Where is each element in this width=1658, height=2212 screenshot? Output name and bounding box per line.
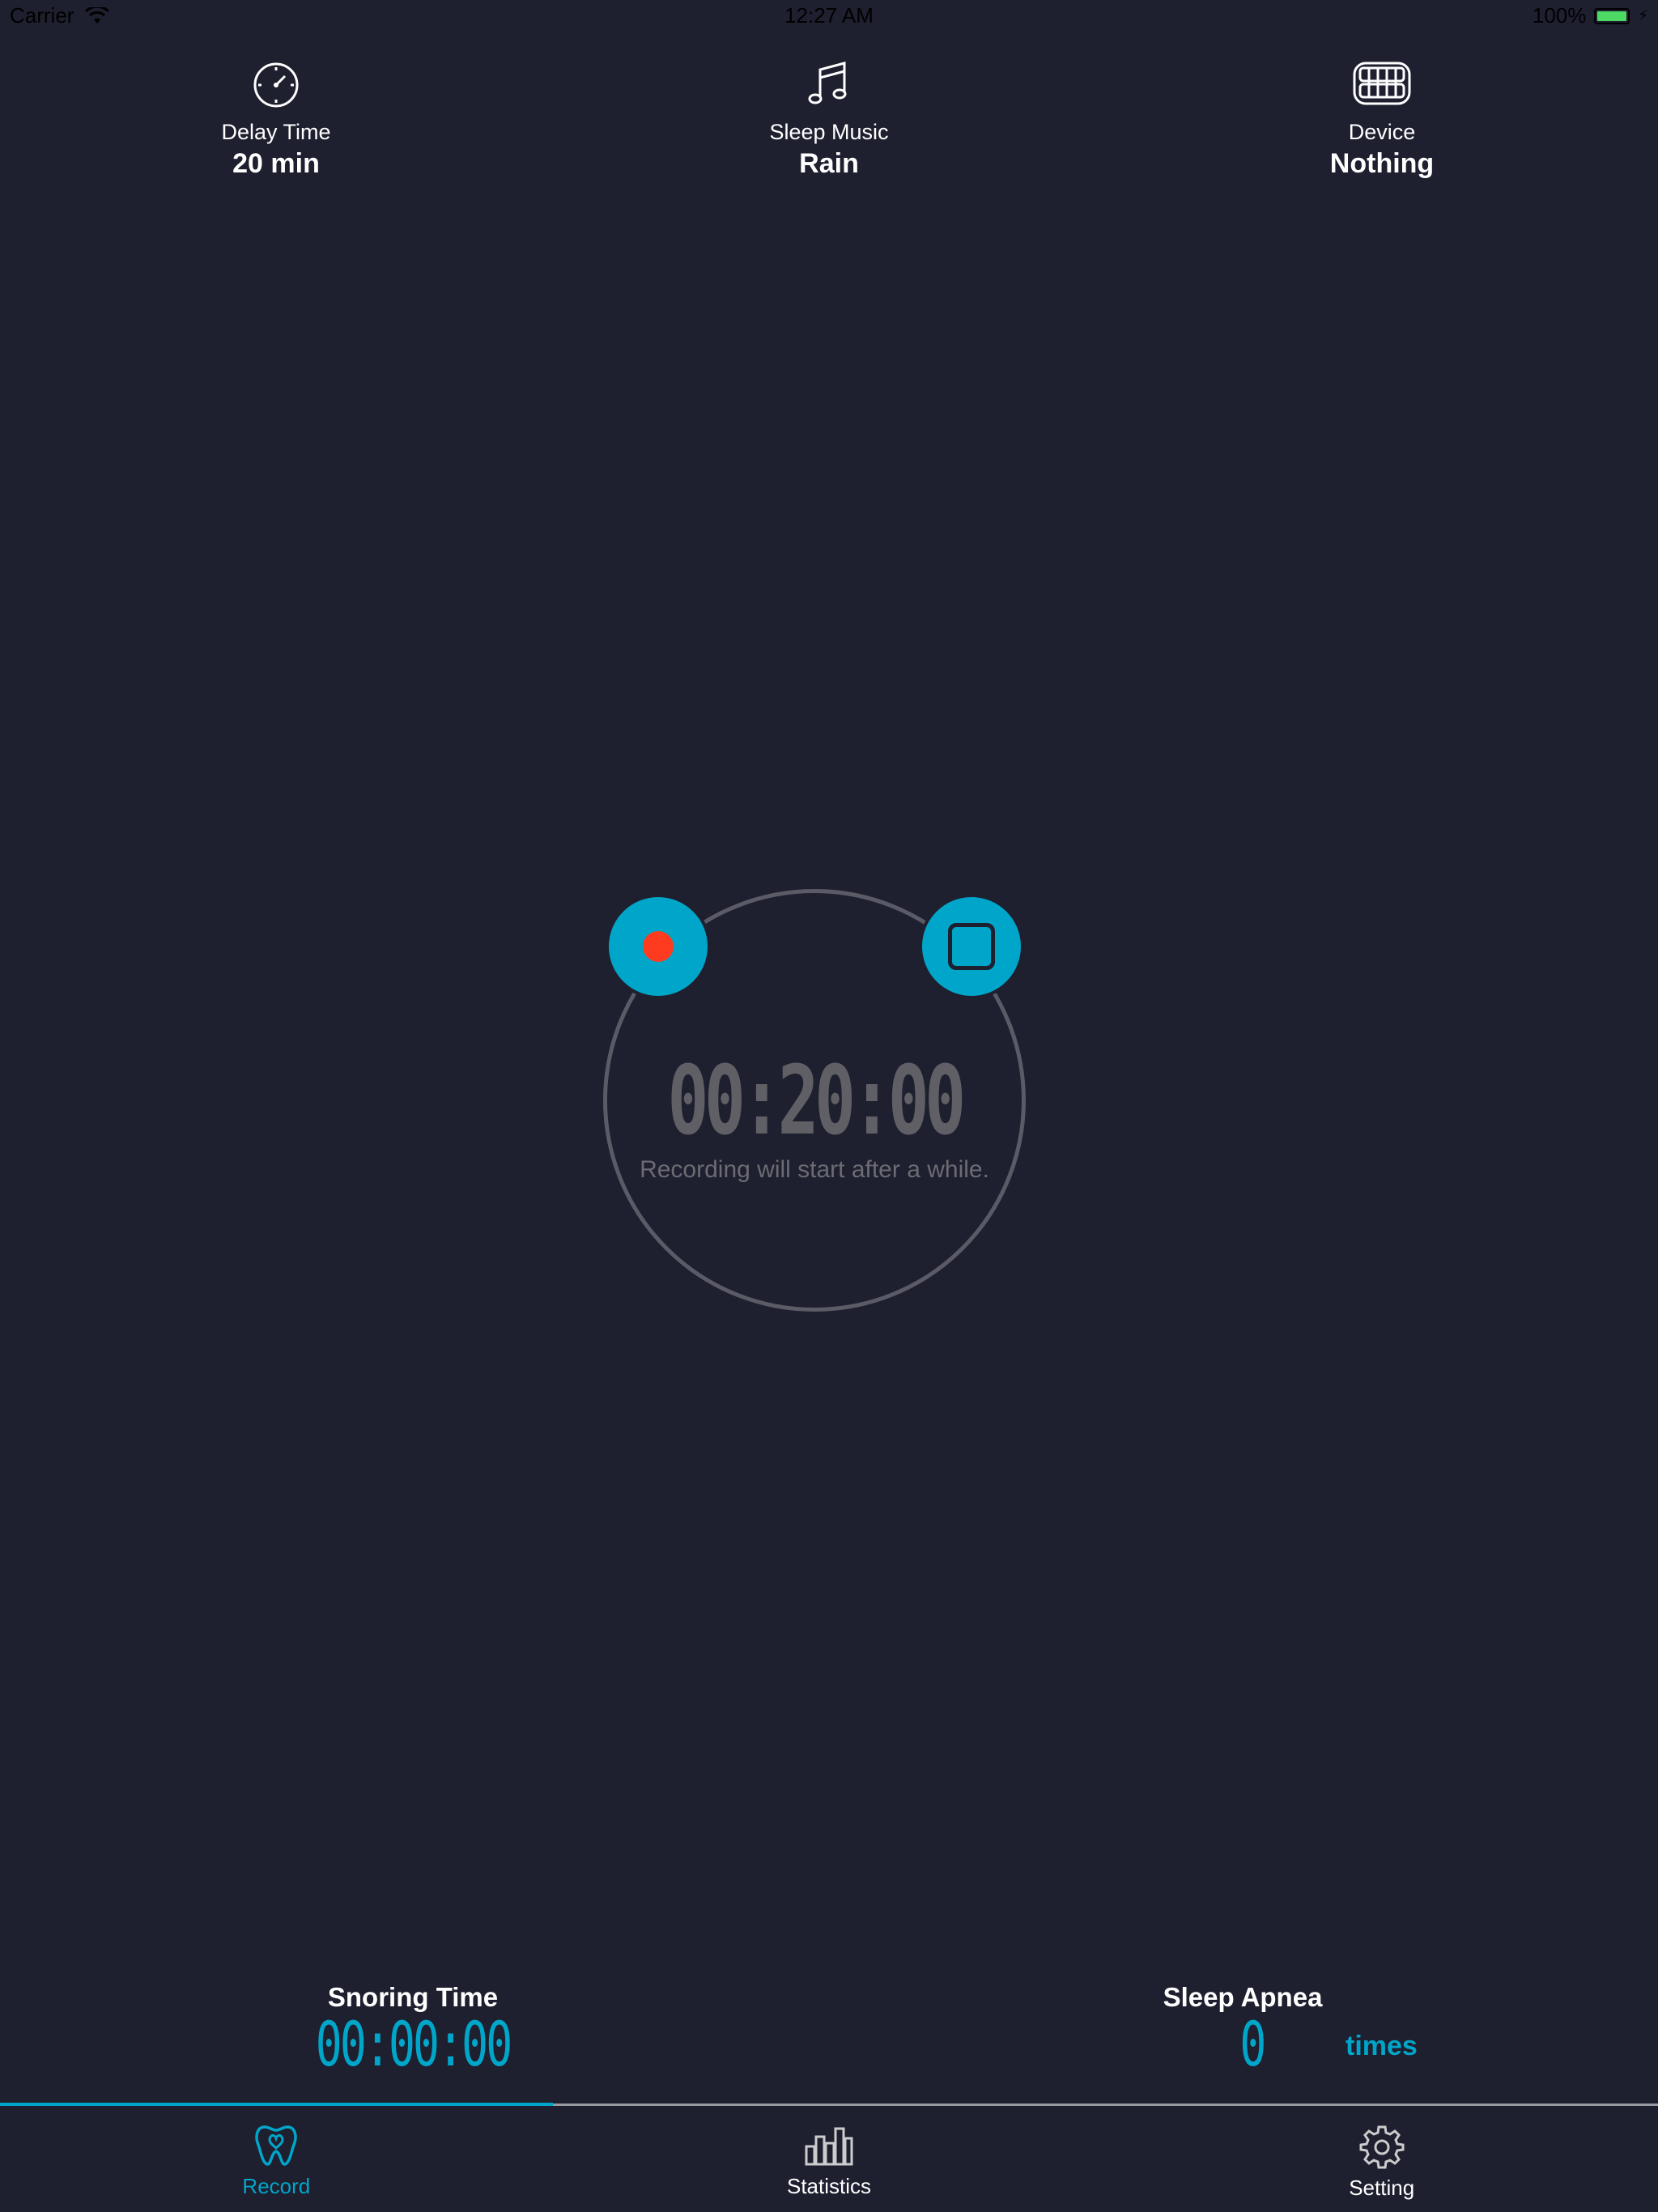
delay-time-option[interactable]: Delay Time 20 min	[114, 58, 438, 180]
tab-record[interactable]: Record	[0, 2106, 553, 2212]
device-option[interactable]: Device Nothing	[1220, 58, 1544, 180]
stopwatch-icon	[253, 62, 299, 108]
tab-statistics[interactable]: Statistics	[553, 2106, 1106, 2212]
countdown-display: 00:20:00	[667, 1044, 966, 1156]
stop-button[interactable]	[919, 894, 1024, 999]
countdown-hint: Recording will start after a while.	[640, 1156, 989, 1183]
app-root: Carrier 12:27 AM 100% ⚡ Delay Time 20 mi…	[0, 0, 1658, 2212]
device-label: Device	[1348, 120, 1416, 144]
mouthguard-icon	[1353, 62, 1411, 105]
tab-setting-label: Setting	[1349, 2176, 1415, 2200]
status-time: 12:27 AM	[784, 3, 874, 28]
sleep-music-value: Rain	[799, 148, 859, 179]
sleep-apnea-unit: times	[1346, 2031, 1418, 2061]
battery-percent: 100%	[1532, 3, 1587, 28]
delay-time-label: Delay Time	[221, 120, 331, 144]
sleep-apnea-count: 0	[1239, 2008, 1267, 2080]
sleep-apnea-stat: Sleep Apnea 0 times	[1081, 1982, 1418, 2080]
bar-chart-icon	[805, 2127, 853, 2166]
sleep-music-option[interactable]: Sleep Music Rain	[667, 58, 991, 180]
gear-icon	[1359, 2125, 1405, 2169]
tab-bar: Record Statistics Setting	[0, 2106, 1658, 2212]
tooth-icon	[255, 2125, 297, 2166]
tab-setting[interactable]: Setting	[1105, 2106, 1658, 2212]
snoring-time-value: 00:00:00	[315, 2008, 512, 2080]
record-button[interactable]	[606, 894, 711, 999]
music-note-icon	[808, 62, 847, 104]
battery-icon	[1594, 7, 1630, 24]
tab-statistics-label: Statistics	[786, 2174, 872, 2198]
device-value: Nothing	[1329, 148, 1435, 179]
sleep-apnea-row: 0 times	[1081, 2008, 1417, 2080]
status-right: 100% ⚡	[1533, 3, 1648, 28]
delay-time-value: 20 min	[232, 148, 320, 179]
tab-record-label: Record	[242, 2174, 311, 2198]
record-dot-icon	[643, 931, 674, 962]
status-bar: Carrier 12:27 AM 100% ⚡	[0, 0, 1658, 32]
stop-icon	[948, 923, 995, 970]
sleep-music-label: Sleep Music	[769, 120, 889, 144]
snoring-time-stat: Snoring Time 00:00:00	[251, 1982, 575, 2080]
charging-icon: ⚡	[1638, 7, 1648, 23]
